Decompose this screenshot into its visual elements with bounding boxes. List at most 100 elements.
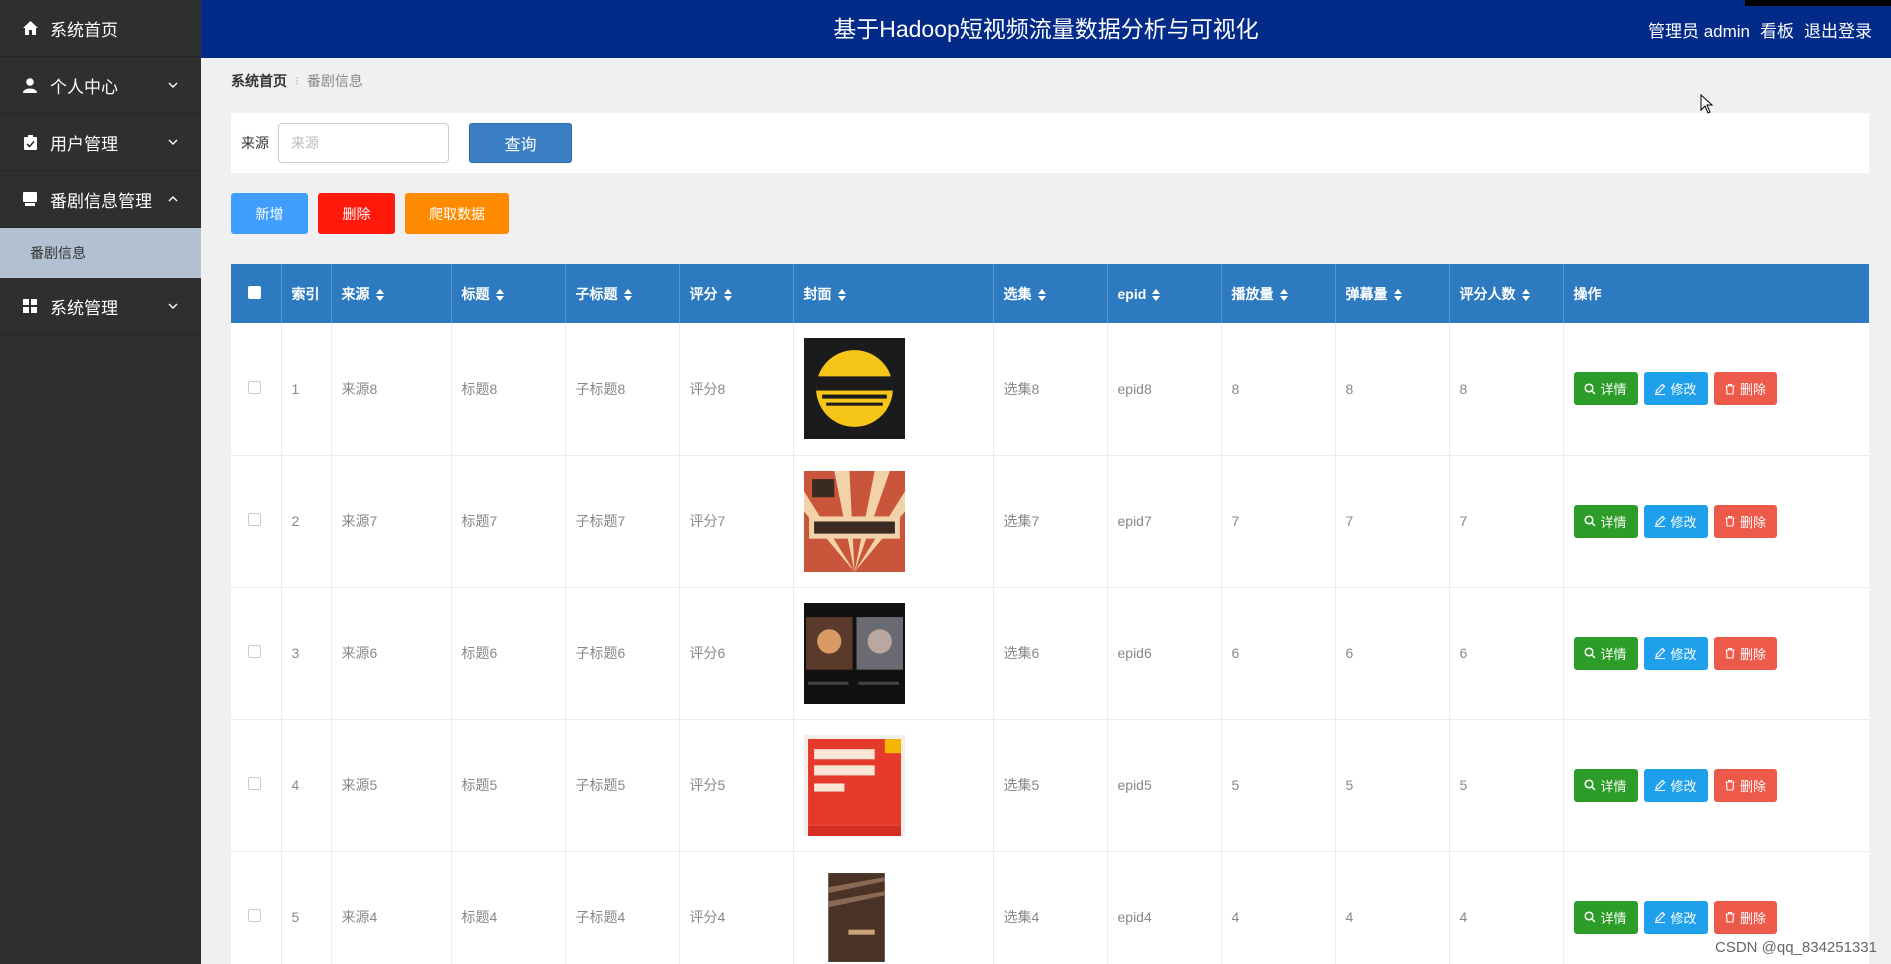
edit-button[interactable]: 修改	[1643, 504, 1708, 538]
cell-rating: 评分7	[679, 455, 794, 588]
cell-epid: epid4	[1107, 851, 1222, 964]
sidebar-item-user-management[interactable]: 用户管理	[0, 114, 201, 171]
detail-label: 详情	[1600, 646, 1627, 662]
delete-button[interactable]: 删除	[1713, 636, 1777, 670]
row-checkbox[interactable]	[248, 777, 261, 790]
detail-button[interactable]: 详情	[1573, 504, 1638, 538]
cell-raters: 6	[1449, 587, 1564, 720]
cover-image	[803, 470, 993, 572]
column-header-epid[interactable]: epid	[1107, 264, 1222, 323]
detail-button[interactable]: 详情	[1573, 900, 1638, 934]
edit-icon	[1655, 383, 1666, 395]
sort-icon[interactable]	[723, 288, 732, 301]
row-checkbox[interactable]	[248, 909, 261, 922]
column-header-raters[interactable]: 评分人数	[1449, 264, 1564, 323]
source-search-input[interactable]	[278, 123, 449, 163]
cell-subtitle: 子标题7	[565, 455, 680, 588]
row-select-cell	[231, 455, 282, 588]
column-header-episode[interactable]: 选集	[993, 264, 1108, 323]
table-row: 5 来源4 标题4 子标题4 评分4 选集4 epid4 4 4 4 详情 修改 删除	[231, 851, 1869, 964]
cell-index: 2	[281, 455, 332, 588]
add-button[interactable]: 新增	[231, 193, 308, 234]
sidebar-item-personal-center[interactable]: 个人中心	[0, 57, 201, 114]
column-header-title[interactable]: 标题	[451, 264, 566, 323]
cover-image	[803, 338, 993, 440]
column-header-danmaku[interactable]: 弹幕量	[1335, 264, 1450, 323]
delete-button[interactable]: 删除	[1713, 504, 1777, 538]
edit-button[interactable]: 修改	[1643, 636, 1708, 670]
monitor-icon	[22, 191, 38, 207]
search-icon	[1584, 383, 1597, 395]
cell-raters: 8	[1449, 323, 1564, 456]
breadcrumb-home[interactable]: 系统首页	[231, 71, 287, 91]
table-row: 2 来源7 标题7 子标题7 评分7 选集7 epid7 7 7 7 详情 修改 删除	[231, 455, 1869, 588]
detail-button[interactable]: 详情	[1573, 372, 1638, 406]
column-header-cover[interactable]: 封面	[793, 264, 994, 323]
edit-button[interactable]: 修改	[1643, 768, 1708, 802]
cell-cover	[793, 323, 994, 456]
cell-source: 来源8	[331, 323, 452, 456]
trash-icon	[1725, 647, 1735, 659]
sort-icon[interactable]	[1279, 288, 1288, 301]
cell-raters: 7	[1449, 455, 1564, 588]
dashboard-link[interactable]: 看板	[1760, 17, 1794, 42]
sort-icon[interactable]	[1521, 288, 1530, 301]
sidebar-item-label: 个人中心	[50, 77, 118, 97]
chevron-down-icon	[168, 303, 178, 309]
detail-button[interactable]: 详情	[1573, 636, 1638, 670]
column-header-source[interactable]: 来源	[331, 264, 452, 323]
sidebar-item-label: 系统首页	[50, 20, 118, 40]
delete-label: 删除	[1739, 778, 1766, 794]
crawl-data-button[interactable]: 爬取数据	[405, 193, 509, 234]
sidebar-item-system-management[interactable]: 系统管理	[0, 278, 201, 335]
edit-button[interactable]: 修改	[1643, 900, 1708, 934]
cell-raters: 5	[1449, 719, 1564, 852]
column-header-subtitle[interactable]: 子标题	[565, 264, 680, 323]
logout-link[interactable]: 退出登录	[1804, 17, 1872, 42]
edit-button[interactable]: 修改	[1643, 372, 1708, 406]
cell-raters: 4	[1449, 851, 1564, 964]
column-header-plays[interactable]: 播放量	[1221, 264, 1336, 323]
select-all-checkbox[interactable]	[248, 285, 261, 299]
column-header-operations: 操作	[1563, 264, 1869, 323]
batch-delete-button[interactable]: 删除	[318, 193, 395, 234]
row-checkbox[interactable]	[248, 513, 261, 526]
home-icon	[22, 20, 38, 36]
delete-button[interactable]: 删除	[1713, 372, 1777, 406]
action-bar: 新增 删除 爬取数据	[231, 193, 519, 234]
cell-title: 标题5	[451, 719, 566, 852]
sidebar-item-home[interactable]: 系统首页	[0, 0, 201, 57]
sort-icon[interactable]	[1152, 288, 1161, 301]
chevron-up-icon	[168, 196, 178, 202]
cell-danmaku: 8	[1335, 323, 1450, 456]
detail-button[interactable]: 详情	[1573, 768, 1638, 802]
cell-cover	[793, 719, 994, 852]
sort-icon[interactable]	[495, 288, 504, 301]
cell-plays: 8	[1221, 323, 1336, 456]
row-select-cell	[231, 323, 282, 456]
cell-epid: epid7	[1107, 455, 1222, 588]
sidebar-subitem-drama-info[interactable]: 番剧信息	[0, 228, 201, 278]
sort-icon[interactable]	[623, 288, 632, 301]
sort-icon[interactable]	[1037, 288, 1046, 301]
query-button[interactable]: 查询	[469, 123, 572, 163]
delete-label: 删除	[1739, 910, 1766, 926]
edit-icon	[1655, 515, 1666, 527]
row-checkbox[interactable]	[248, 380, 261, 394]
cell-subtitle: 子标题4	[565, 851, 680, 964]
person-icon	[22, 77, 38, 93]
cell-source: 来源6	[331, 587, 452, 720]
sort-icon[interactable]	[1393, 288, 1402, 301]
row-checkbox[interactable]	[248, 645, 261, 658]
cell-index: 3	[281, 587, 332, 720]
delete-button[interactable]: 删除	[1713, 768, 1777, 802]
sidebar: 系统首页 个人中心 用户管理 番剧信息管理 番剧信息 系统管理	[0, 0, 201, 964]
sidebar-item-drama-management[interactable]: 番剧信息管理	[0, 171, 201, 228]
sort-icon[interactable]	[375, 288, 384, 301]
delete-button[interactable]: 删除	[1713, 900, 1777, 934]
cell-epid: epid5	[1107, 719, 1222, 852]
cell-index: 4	[281, 719, 332, 852]
column-header-rating[interactable]: 评分	[679, 264, 794, 323]
cover-image	[803, 602, 993, 704]
sort-icon[interactable]	[837, 288, 846, 301]
